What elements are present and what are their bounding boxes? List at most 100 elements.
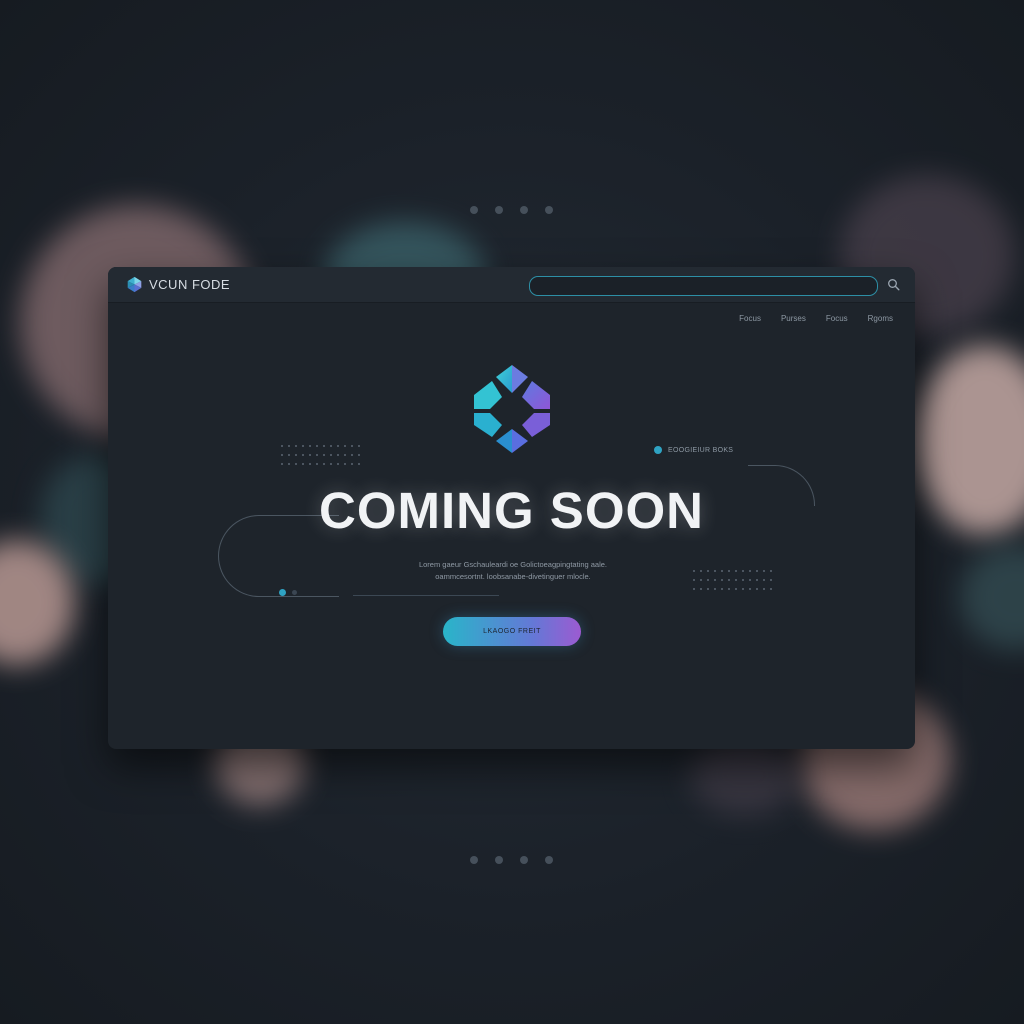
grid-dot — [288, 454, 290, 456]
pagination-dot[interactable] — [520, 856, 528, 864]
grid-dot — [707, 588, 709, 590]
brand-name: VCUN FODE — [149, 277, 231, 292]
grid-dot — [742, 588, 744, 590]
grid-dot — [309, 454, 311, 456]
grid-dot — [295, 454, 297, 456]
search-icon[interactable] — [886, 277, 902, 293]
grid-dot — [728, 588, 730, 590]
grid-dot — [756, 588, 758, 590]
subtitle: Lorem gaeur Gschauleardi oe Golictoeagpi… — [348, 559, 678, 583]
pagination-dot[interactable] — [495, 206, 503, 214]
grid-dot — [770, 570, 772, 572]
top-bar: VCUN FODE — [108, 267, 915, 303]
grid-dot — [700, 579, 702, 581]
tag-label: EOOGIEIUR BOKS — [668, 446, 734, 454]
grid-dot — [358, 454, 360, 456]
brand[interactable]: VCUN FODE — [126, 276, 230, 293]
grid-dot — [281, 463, 283, 465]
pagination-dots-top — [470, 206, 553, 214]
slide-indicator — [279, 589, 297, 596]
grid-dot — [337, 454, 339, 456]
grid-dot — [707, 570, 709, 572]
grid-dot — [693, 570, 695, 572]
grid-dot — [323, 445, 325, 447]
divider — [353, 595, 499, 596]
grid-dot — [316, 445, 318, 447]
grid-dot — [309, 445, 311, 447]
grid-dot — [358, 463, 360, 465]
grid-dot — [316, 454, 318, 456]
nav-link[interactable]: Focus — [826, 314, 848, 323]
grid-dot — [714, 570, 716, 572]
grid-dot — [351, 454, 353, 456]
indicator-dot[interactable] — [292, 590, 297, 595]
grid-dot — [337, 445, 339, 447]
pagination-dot[interactable] — [545, 856, 553, 864]
grid-dot — [316, 463, 318, 465]
subtitle-line: Lorem gaeur Gschauleardi oe Golictoeagpi… — [418, 560, 608, 569]
nav-link[interactable]: Focus — [739, 314, 761, 323]
grid-dot — [721, 570, 723, 572]
grid-dot — [281, 445, 283, 447]
pagination-dots-bottom — [470, 856, 553, 864]
bokeh-light — [915, 345, 1024, 535]
grid-dot — [337, 463, 339, 465]
grid-dot — [700, 588, 702, 590]
decorative-dot-grid — [281, 445, 361, 466]
pagination-dot[interactable] — [495, 856, 503, 864]
grid-dot — [288, 463, 290, 465]
grid-dot — [714, 588, 716, 590]
grid-dot — [344, 445, 346, 447]
grid-dot — [728, 579, 730, 581]
grid-dot — [330, 463, 332, 465]
subtitle-line: oammcesortnt. loobsanabe-divetinguer mlo… — [435, 572, 591, 581]
grid-dot — [358, 445, 360, 447]
grid-dot — [700, 570, 702, 572]
grid-dot — [770, 579, 772, 581]
grid-dot — [323, 463, 325, 465]
grid-dot — [351, 463, 353, 465]
grid-dot — [756, 579, 758, 581]
grid-dot — [770, 588, 772, 590]
grid-dot — [749, 570, 751, 572]
search-input[interactable] — [529, 276, 878, 296]
pagination-dot[interactable] — [470, 206, 478, 214]
grid-dot — [707, 579, 709, 581]
page-title: COMING SOON — [318, 482, 704, 539]
grid-dot — [344, 454, 346, 456]
decorative-dot-grid — [693, 570, 773, 591]
grid-dot — [763, 570, 765, 572]
grid-dot — [323, 454, 325, 456]
grid-dot — [721, 588, 723, 590]
grid-dot — [763, 588, 765, 590]
grid-dot — [302, 445, 304, 447]
grid-dot — [763, 579, 765, 581]
indicator-dot-active[interactable] — [279, 589, 286, 596]
pagination-dot[interactable] — [520, 206, 528, 214]
grid-dot — [309, 463, 311, 465]
grid-dot — [742, 579, 744, 581]
pagination-dot[interactable] — [470, 856, 478, 864]
grid-dot — [728, 570, 730, 572]
grid-dot — [714, 579, 716, 581]
grid-dot — [735, 579, 737, 581]
nav-link[interactable]: Rgoms — [868, 314, 893, 323]
grid-dot — [693, 588, 695, 590]
grid-dot — [344, 463, 346, 465]
grid-dot — [735, 570, 737, 572]
grid-dot — [756, 570, 758, 572]
nav-link[interactable]: Purses — [781, 314, 806, 323]
grid-dot — [351, 445, 353, 447]
background-stage: VCUN FODE Focus Purses Focus Rgoms EOOGI… — [0, 0, 1024, 1024]
cta-button[interactable]: LKAOGO FREIT — [443, 617, 581, 646]
grid-dot — [693, 579, 695, 581]
bokeh-light — [960, 545, 1024, 650]
grid-dot — [749, 579, 751, 581]
pagination-dot[interactable] — [545, 206, 553, 214]
grid-dot — [295, 445, 297, 447]
grid-dot — [281, 454, 283, 456]
browser-window: VCUN FODE Focus Purses Focus Rgoms EOOGI… — [108, 267, 915, 749]
status-dot — [654, 446, 662, 454]
grid-dot — [330, 445, 332, 447]
grid-dot — [721, 579, 723, 581]
